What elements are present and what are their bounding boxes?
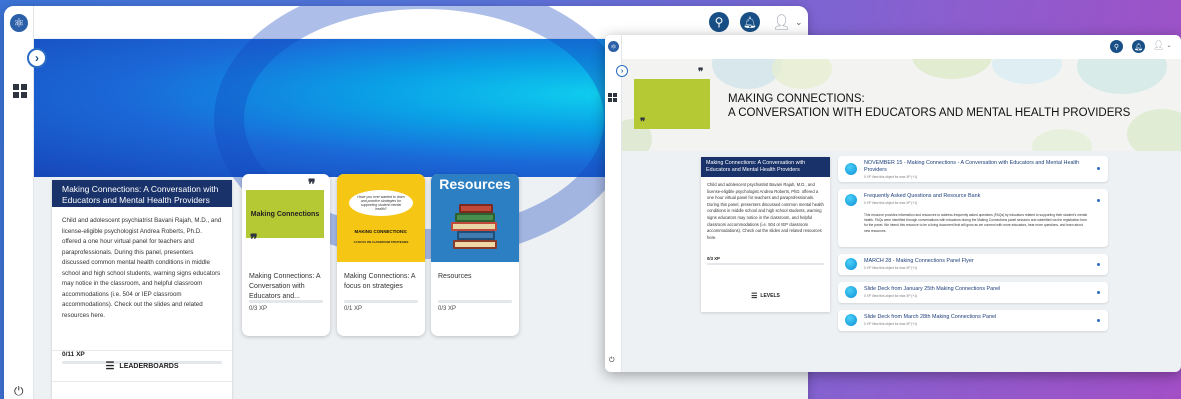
resource-icon: [845, 163, 857, 175]
banner-heading: MAKING CONNECTIONS: A CONVERSATION WITH …: [728, 92, 1130, 120]
resource-title: NOVEMBER 15 - Making Connections - A Con…: [864, 160, 1080, 173]
resource-xp: 0 XP View this object for max XP (+1): [864, 175, 918, 179]
quote-icon: ❞: [640, 117, 646, 128]
card-image-title: Resources: [439, 176, 511, 192]
status-dot: [1097, 319, 1100, 322]
chevron-down-icon: ⌄: [1166, 43, 1172, 49]
resource-xp: 0 XP View this object for max XP (+1): [864, 201, 918, 205]
chevron-down-icon: ⌄: [795, 16, 803, 27]
card-title: Making Connections: A Conversation with …: [249, 273, 321, 300]
card-image: Have you ever wanted to learn and practi…: [337, 174, 425, 262]
chevron-right-icon[interactable]: ›: [27, 48, 47, 68]
search-icon[interactable]: ⚲: [709, 12, 729, 32]
user-menu[interactable]: 👤︎ ⌄: [1153, 40, 1171, 51]
resource-icon: [845, 286, 857, 298]
resource-title: Slide Deck from March 28th Making Connec…: [864, 314, 997, 320]
user-icon: 👤︎: [772, 14, 792, 31]
atom-logo-icon[interactable]: ⚛: [608, 41, 619, 52]
user-icon: 👤︎: [1153, 40, 1165, 50]
panel-title: Making Connections: A Conversation with …: [52, 180, 232, 207]
resource-item[interactable]: NOVEMBER 15 - Making Connections - A Con…: [838, 156, 1108, 182]
speech-bubble-image: Making Connections: [246, 190, 324, 238]
atom-logo-icon[interactable]: ⚛: [10, 14, 28, 32]
panel-description: Child and adolescent psychiatrist Bavani…: [707, 182, 824, 240]
course-card[interactable]: Making Connections ❞ ❞ Making Connection…: [242, 174, 330, 336]
banner: ❞ ❞ MAKING CONNECTIONS: A CONVERSATION W…: [622, 59, 1181, 151]
panel-description: Child and adolescent psychiatrist Bavani…: [62, 217, 222, 319]
status-dot: [1097, 167, 1100, 170]
top-bar: [605, 35, 1181, 59]
banner-heading-line1: MAKING CONNECTIONS:: [728, 93, 865, 105]
status-dot: [1097, 199, 1100, 202]
leaderboards-label: LEADERBOARDS: [119, 362, 179, 370]
resource-icon: [845, 194, 857, 206]
card-image-quote: Have you ever wanted to learn and practi…: [349, 190, 413, 216]
dashboard-icon[interactable]: [13, 84, 27, 98]
search-icon[interactable]: ⚲: [1110, 40, 1123, 53]
leaderboards-button[interactable]: ☰ LEADERBOARDS: [52, 350, 232, 382]
card-image-subtitle: A FOCUS ON CLASSROOM STRATEGIES: [353, 240, 409, 244]
resource-title: MARCH 28 - Making Connections Panel Flye…: [864, 258, 974, 264]
xp-label: 0/3 XP: [707, 256, 720, 261]
levels-button[interactable]: ☰ LEVELS: [701, 286, 830, 306]
card-image-title: MAKING CONNECTIONS:: [354, 229, 408, 234]
status-dot: [1097, 263, 1100, 266]
card-xp: 0/3 XP: [249, 306, 268, 312]
resource-item[interactable]: Slide Deck from January 25th Making Conn…: [838, 282, 1108, 303]
list-icon: ☰: [105, 360, 115, 372]
bell-icon[interactable]: 🔔︎: [1132, 40, 1145, 53]
power-icon[interactable]: ⏻: [14, 384, 24, 399]
dashboard-icon[interactable]: [608, 93, 617, 102]
card-title: Making Connections: A focus on strategie…: [344, 273, 416, 290]
resource-item[interactable]: Frequently Asked Questions and Resource …: [838, 189, 1108, 247]
course-info-panel: Making Connections: A Conversation with …: [52, 180, 232, 399]
card-xp: 0/1 XP: [344, 306, 363, 312]
resource-icon: [845, 258, 857, 270]
resource-title: Slide Deck from January 25th Making Conn…: [864, 286, 1001, 292]
resource-description: This resource provides information and r…: [864, 213, 1088, 233]
resource-xp: 0 XP View this object for max XP (+1): [864, 294, 918, 298]
status-dot: [1097, 291, 1100, 294]
xp-progress-bar: [707, 263, 824, 265]
resource-xp: 0 XP View this object for max XP (+1): [864, 266, 918, 270]
card-title: Resources: [438, 273, 472, 280]
resource-title: Frequently Asked Questions and Resource …: [864, 193, 981, 199]
sidebar: [605, 35, 622, 372]
card-image: Making Connections ❞ ❞: [242, 174, 330, 262]
quote-icon: ❞: [308, 177, 316, 193]
speech-bubble-image: [634, 79, 710, 129]
list-icon: ☰: [751, 293, 758, 300]
chevron-right-icon[interactable]: ›: [616, 65, 628, 77]
course-info-panel: Making Connections: A Conversation with …: [701, 157, 830, 312]
power-icon[interactable]: ⏻: [609, 357, 615, 365]
card-image: Resources: [431, 174, 519, 262]
panel-title: Making Connections: A Conversation with …: [701, 157, 830, 177]
banner-heading-line2: A CONVERSATION WITH EDUCATORS AND MENTAL…: [728, 107, 1131, 119]
quote-icon: ❞: [250, 232, 258, 248]
course-card[interactable]: Resources Resources 0/3 XP: [431, 174, 519, 336]
resource-item[interactable]: Slide Deck from March 28th Making Connec…: [838, 310, 1108, 331]
resource-icon: [845, 314, 857, 326]
front-app-window: ⚛ ⚲ 🔔︎ 👤︎ ⌄ ❞ ❞ MAKING CONNECTIONS: A CO…: [605, 35, 1181, 372]
resource-list: NOVEMBER 15 - Making Connections - A Con…: [838, 156, 1108, 338]
course-card[interactable]: Have you ever wanted to learn and practi…: [337, 174, 425, 336]
resource-item[interactable]: MARCH 28 - Making Connections Panel Flye…: [838, 254, 1108, 275]
resource-xp: 0 XP View this object for max XP (+1): [864, 322, 918, 326]
levels-label: LEVELS: [760, 293, 780, 299]
quote-icon: ❞: [698, 67, 704, 78]
card-xp: 0/3 XP: [438, 306, 457, 312]
user-menu[interactable]: 👤︎ ⌄: [772, 13, 803, 31]
bell-icon[interactable]: 🔔︎: [740, 12, 760, 32]
